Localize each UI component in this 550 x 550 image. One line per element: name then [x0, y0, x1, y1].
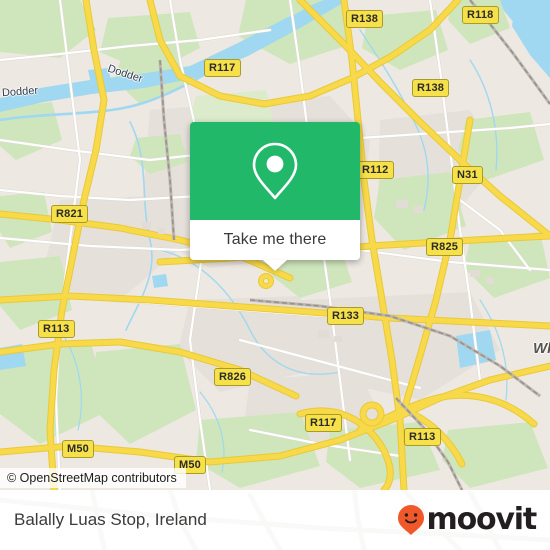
road-shield[interactable]: N31 — [452, 166, 483, 184]
river-label-dodder: Dodder — [1, 84, 39, 100]
callout-cta-panel[interactable]: Take me there — [190, 220, 360, 271]
road-shield[interactable]: R826 — [214, 368, 252, 386]
road-shield[interactable]: M50 — [62, 440, 94, 458]
osm-attribution[interactable]: © OpenStreetMap contributors — [0, 468, 186, 488]
road-shield[interactable]: R117 — [305, 414, 342, 432]
moovit-logo[interactable]: moovit — [397, 502, 538, 537]
map-canvas[interactable]: .park { fill:#CFE6BC; } .park2 { fill:#D… — [0, 0, 550, 490]
footer-bar: Balally Luas Stop, Ireland moovit — [0, 490, 550, 550]
road-shield[interactable]: R138 — [412, 79, 450, 97]
place-label: Wh — [533, 340, 550, 357]
road-shield[interactable]: R113 — [38, 320, 75, 338]
road-shield[interactable]: R825 — [426, 238, 464, 256]
road-shield[interactable]: R118 — [462, 6, 499, 24]
road-shield[interactable]: R821 — [51, 205, 89, 223]
map-pin-icon — [252, 142, 298, 200]
page-title: Balally Luas Stop, Ireland — [14, 510, 207, 529]
road-shield[interactable]: R113 — [404, 428, 441, 446]
callout-tail — [263, 260, 287, 271]
callout-pin-panel — [190, 122, 360, 220]
road-shield[interactable]: R138 — [346, 10, 384, 28]
moovit-wordmark: moovit — [426, 502, 538, 537]
moovit-smiley-pin-icon — [397, 505, 424, 535]
road-shield[interactable]: R112 — [357, 161, 394, 179]
moovit-map-screenshot: .park { fill:#CFE6BC; } .park2 { fill:#D… — [0, 0, 550, 550]
take-me-there-callout[interactable]: Take me there — [190, 122, 360, 271]
take-me-there-label: Take me there — [223, 231, 327, 248]
road-shield[interactable]: R117 — [204, 59, 241, 77]
road-shield[interactable]: R133 — [327, 307, 365, 325]
